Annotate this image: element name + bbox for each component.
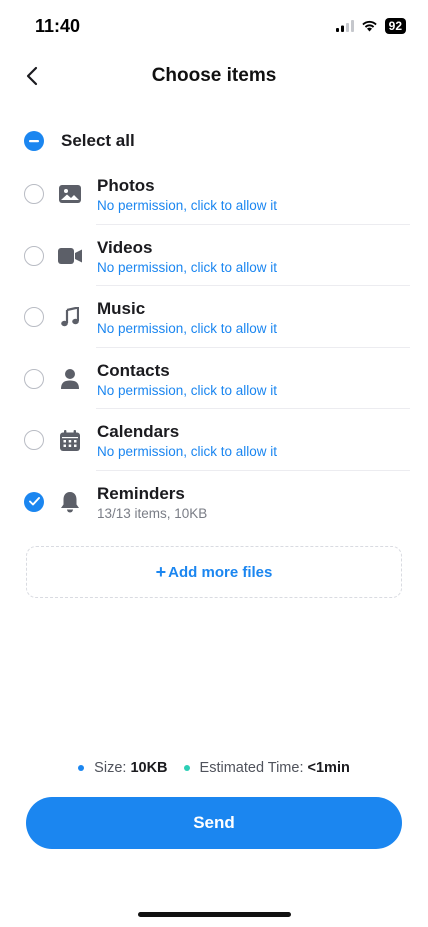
item-permission-link[interactable]: No permission, click to allow it	[97, 260, 277, 275]
wifi-icon	[361, 20, 377, 32]
select-all-checkbox[interactable]	[24, 131, 44, 151]
status-icons: 92	[335, 18, 406, 34]
item-title: Videos	[97, 237, 153, 257]
item-radio[interactable]	[24, 245, 44, 266]
bell-icon	[58, 490, 82, 514]
item-radio[interactable]	[24, 430, 44, 450]
item-title: Reminders	[97, 483, 185, 503]
list-item-contacts[interactable]: Contacts No permission, click to allow i…	[0, 348, 428, 409]
items-list: Photos No permission, click to allow it …	[0, 163, 428, 532]
time-value: <1min	[307, 760, 350, 776]
list-item-reminders[interactable]: Reminders 13/13 items, 10KB	[0, 471, 428, 533]
battery-indicator: 92	[384, 18, 406, 34]
select-all-label: Select all	[61, 131, 135, 150]
list-item-photos[interactable]: Photos No permission, click to allow it	[0, 163, 428, 225]
transfer-summary: Size: 10KB Estimated Time: <1min	[0, 760, 428, 776]
item-title: Music	[97, 299, 146, 318]
item-permission-link[interactable]: No permission, click to allow it	[97, 198, 277, 213]
item-title: Contacts	[97, 360, 170, 380]
status-bar: 11:40 92	[0, 0, 428, 54]
list-item-music[interactable]: Music No permission, click to allow it	[0, 286, 428, 348]
signal-icon	[335, 20, 354, 32]
item-radio[interactable]	[24, 184, 44, 204]
item-permission-link[interactable]: No permission, click to allow it	[97, 383, 277, 398]
select-all-row[interactable]: Select all	[24, 130, 135, 152]
list-item-calendars[interactable]: Calendars No permission, click to allow …	[0, 409, 428, 471]
item-radio[interactable]	[24, 491, 44, 512]
minus-icon	[29, 140, 39, 143]
music-icon	[58, 305, 82, 329]
item-title: Calendars	[97, 422, 180, 441]
item-permission-link[interactable]: No permission, click to allow it	[97, 444, 277, 459]
size-label: Size:	[94, 760, 127, 776]
time-dot-icon	[183, 765, 190, 771]
send-button[interactable]: Send	[26, 797, 402, 849]
time-label: Estimated Time:	[199, 760, 304, 776]
size-dot-icon	[78, 765, 85, 771]
send-label: Send	[193, 813, 235, 832]
checkmark-icon	[28, 497, 40, 506]
status-time: 11:40	[35, 16, 81, 36]
item-permission-link[interactable]: No permission, click to allow it	[97, 321, 277, 336]
contact-icon	[58, 367, 82, 391]
size-value: 10KB	[130, 760, 168, 776]
item-title: Photos	[97, 176, 155, 195]
plus-icon: +	[155, 561, 167, 582]
list-item-videos[interactable]: Videos No permission, click to allow it	[0, 225, 428, 286]
add-more-files-label: Add more files	[168, 563, 273, 581]
item-radio[interactable]	[24, 368, 44, 389]
photo-icon	[58, 182, 82, 206]
home-indicator	[138, 912, 291, 917]
nav-bar: Choose items	[0, 56, 428, 96]
item-radio[interactable]	[24, 307, 44, 327]
calendar-icon	[58, 428, 82, 452]
video-icon	[58, 244, 82, 268]
page-title: Choose items	[151, 65, 277, 86]
add-more-files-button[interactable]: + Add more files	[26, 546, 402, 598]
item-details: 13/13 items, 10KB	[97, 505, 208, 521]
